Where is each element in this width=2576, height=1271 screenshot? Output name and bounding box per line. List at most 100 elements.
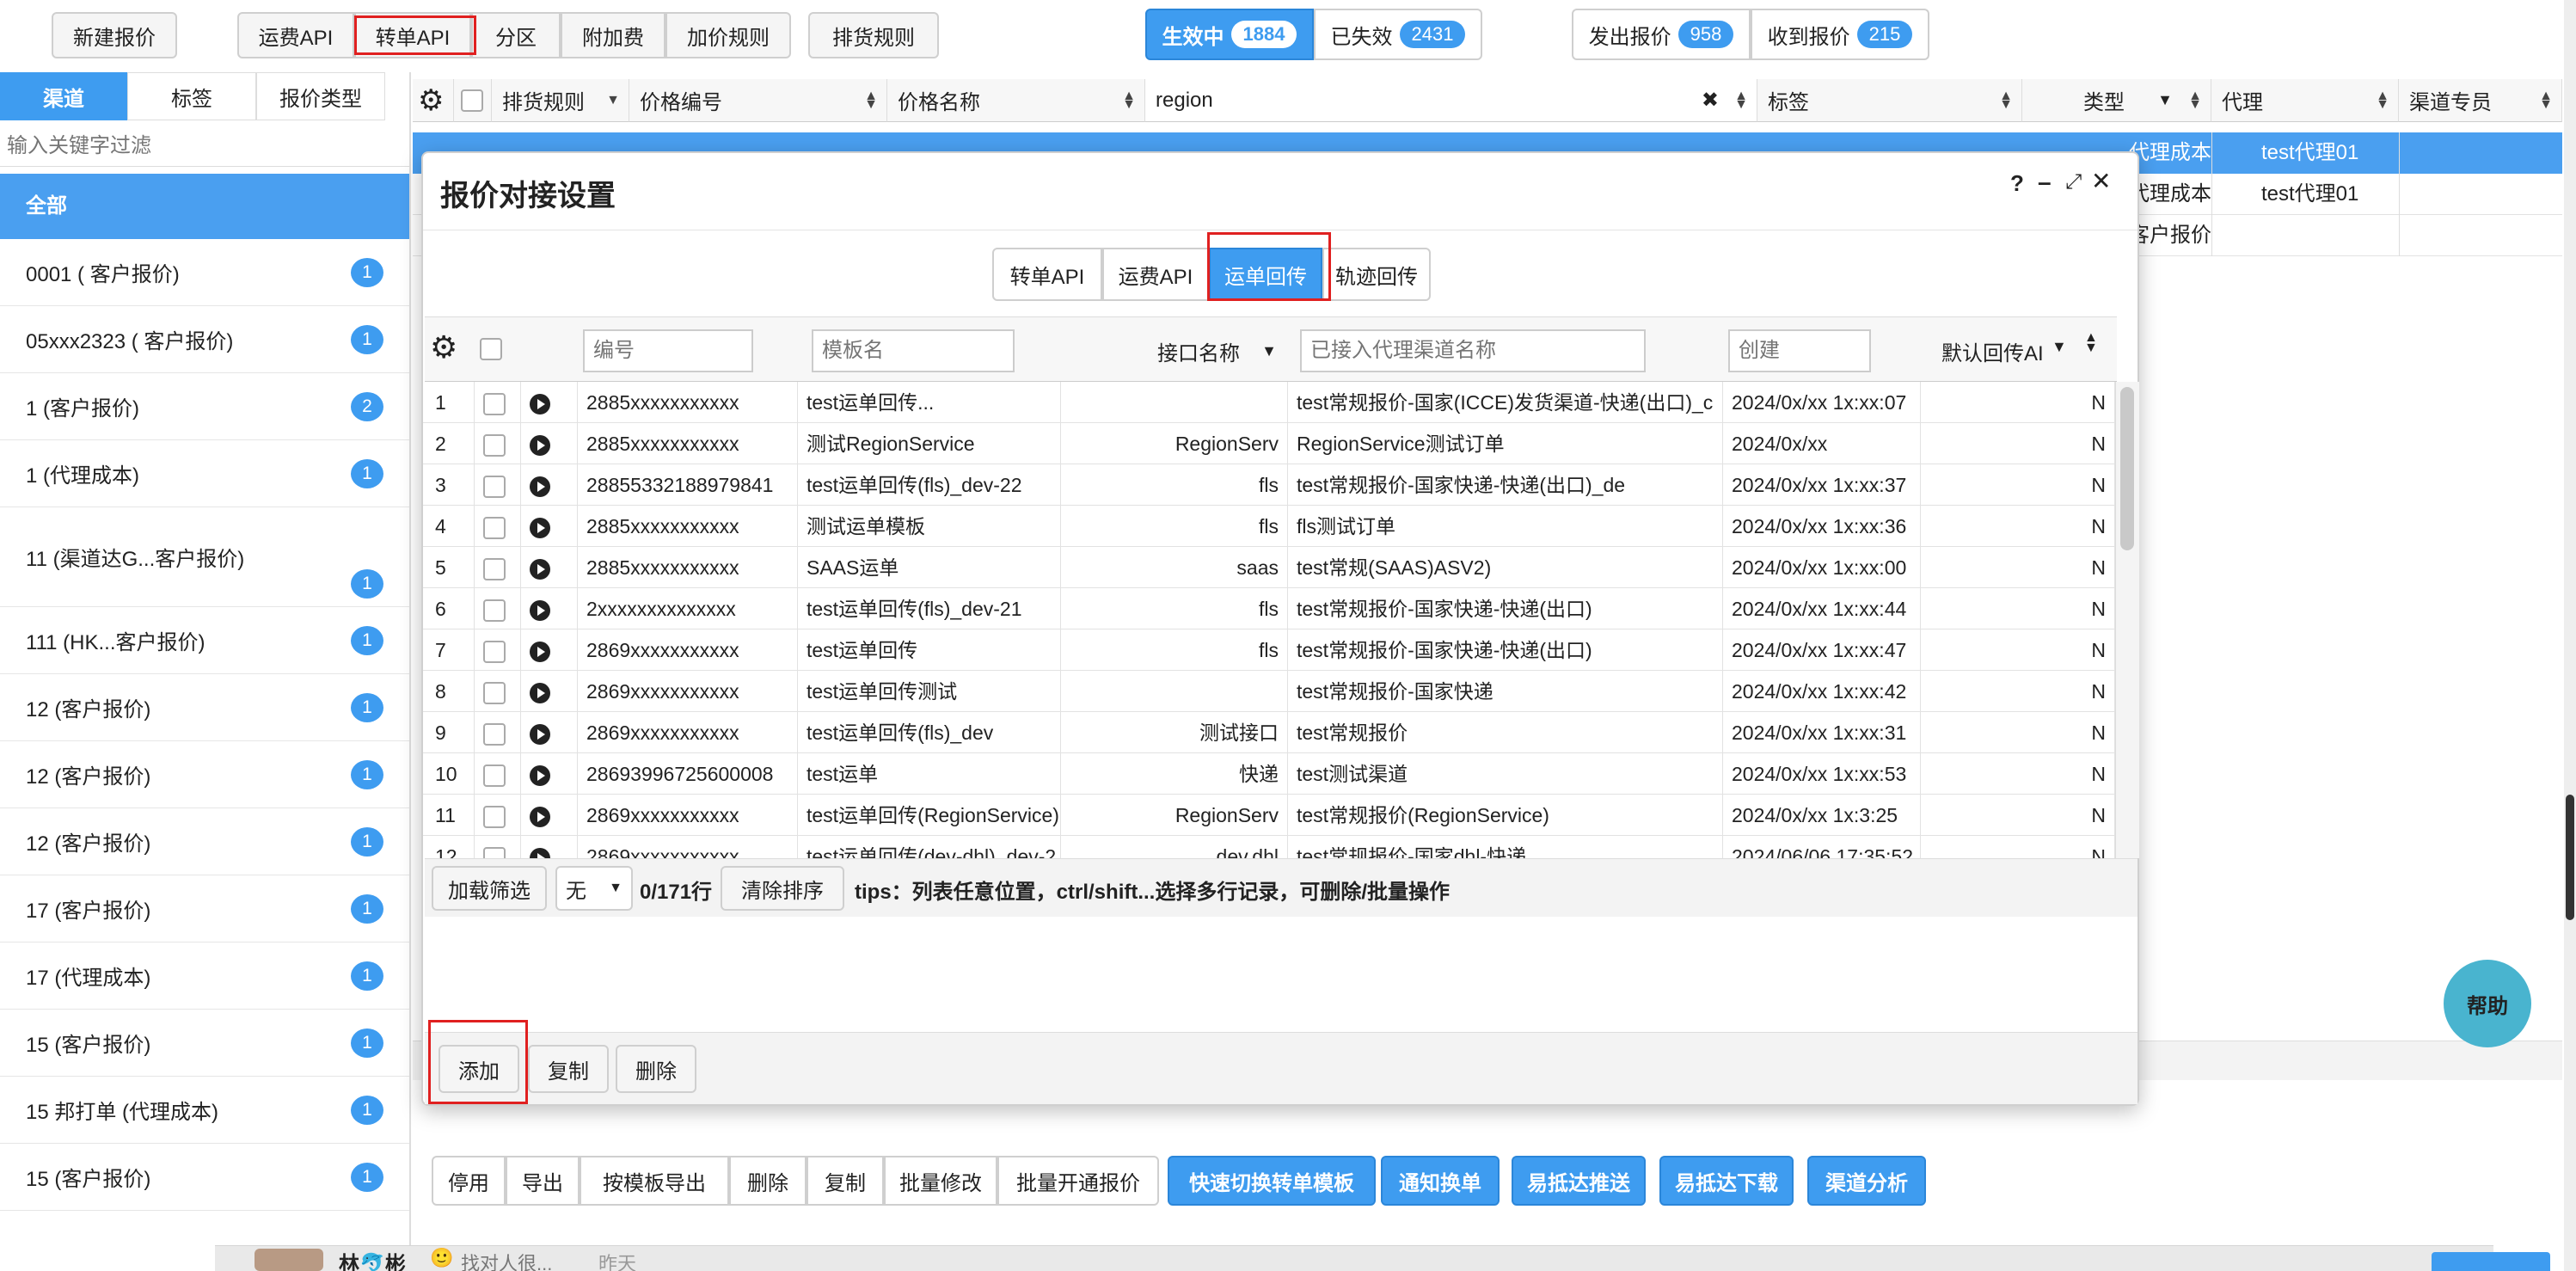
play-icon[interactable] [530,393,550,414]
sidebar-item[interactable]: 15 (客户报价) 1 [0,1144,409,1211]
right-scrollbar[interactable] [2564,0,2576,1271]
tab-freight-api[interactable]: 运费API [1102,248,1209,301]
switch-transfer-template-button[interactable]: 快速切换转单模板 [1168,1156,1376,1206]
channel-analysis-button[interactable]: 渠道分析 [1807,1156,1926,1206]
play-icon[interactable] [530,558,550,580]
batch-edit-button[interactable]: 批量修改 [884,1156,997,1206]
row-select-checkbox[interactable] [483,516,506,539]
gear-icon[interactable]: ⚙ [430,329,457,365]
load-filter-button[interactable]: 加载筛选 [432,866,547,911]
row-select-checkbox[interactable] [483,846,506,858]
sidebar-item[interactable]: 111 (HK...客户报价) 1 [0,607,409,674]
sidebar-item[interactable]: 12 (客户报价) 1 [0,741,409,808]
new-quote-button[interactable]: 新建报价 [52,12,177,58]
table-row[interactable]: 5 2885xxxxxxxxxxx SAAS运单 saas test常规(SAAS)AS… [423,547,2115,588]
play-icon[interactable] [530,806,550,827]
transfer-api-button[interactable]: 转单API [354,12,471,58]
add-button[interactable]: 添加 [439,1045,519,1093]
sidebar-item[interactable]: 12 (客户报价) 1 [0,674,409,741]
col-price-code[interactable]: 价格编号 ▲ ▼ [629,79,887,122]
row-checkbox[interactable] [475,753,521,795]
select-all-checkbox[interactable] [461,89,483,112]
row-play[interactable] [521,629,578,671]
play-icon[interactable] [530,847,550,858]
row-play[interactable] [521,464,578,506]
sidebar-filter-input[interactable] [0,126,409,167]
copy-button[interactable]: 复制 [807,1156,884,1206]
minimize-icon[interactable]: – [2038,169,2052,196]
markup-rules-button[interactable]: 加价规则 [665,12,791,58]
surcharge-button[interactable]: 附加费 [561,12,665,58]
col-sorting-rules[interactable]: 排货规则 ▼ [492,79,629,122]
row-checkbox[interactable] [475,588,521,629]
template-export-button[interactable]: 按模板导出 [580,1156,729,1206]
row-checkbox[interactable] [475,423,521,464]
sidebar-item[interactable]: 1 (代理成本) 1 [0,440,409,507]
row-play[interactable] [521,547,578,588]
play-icon[interactable] [530,723,550,745]
row-play[interactable] [521,588,578,629]
sorting-rules-button[interactable]: 排货规则 [808,12,939,58]
sidebar-item[interactable]: 17 (代理成本) 1 [0,943,409,1010]
sent-quotes-tab[interactable]: 发出报价 958 [1572,9,1751,60]
zone-button[interactable]: 分区 [471,12,561,58]
table-row[interactable]: 6 2xxxxxxxxxxxxxx test运单回传(fls)_dev-21 fls t… [423,588,2115,629]
row-select-checkbox[interactable] [483,599,506,622]
table-row[interactable]: 11 2869xxxxxxxxxxx test运单回传(RegionService)… [423,795,2115,836]
interface-dropdown[interactable]: ▼ [1252,329,1286,372]
copy-button[interactable]: 复制 [528,1045,609,1093]
dialog-scrollbar-thumb[interactable] [2120,387,2134,550]
template-filter-input[interactable] [812,329,1015,372]
play-icon[interactable] [530,641,550,662]
export-button[interactable]: 导出 [506,1156,580,1206]
row-checkbox[interactable] [475,506,521,547]
tab-waybill-callback[interactable]: 运单回传 [1209,248,1322,301]
row-select-checkbox[interactable] [483,764,506,787]
grid-settings-header[interactable]: ⚙ [413,79,454,122]
col-price-name[interactable]: 价格名称 ▲ ▼ [887,79,1145,122]
table-row[interactable]: 1 2885xxxxxxxxxxx test运单回传... test常规报价-国家(I… [423,382,2115,423]
play-icon[interactable] [530,434,550,456]
row-checkbox[interactable] [475,464,521,506]
row-select-checkbox[interactable] [483,805,506,828]
batch-open-quote-button[interactable]: 批量开通报价 [997,1156,1159,1206]
sort-icon[interactable]: ▲ ▼ [2084,331,2098,355]
row-checkbox[interactable] [475,836,521,858]
row-play[interactable] [521,753,578,795]
help-icon[interactable]: ? [2010,170,2024,197]
active-tab[interactable]: 生效中 1884 [1145,9,1314,60]
play-icon[interactable] [530,476,550,497]
sidebar-tab-tag[interactable]: 标签 [127,72,256,120]
row-checkbox[interactable] [475,629,521,671]
clear-sort-button[interactable]: 清除排序 [721,866,844,911]
chat-action[interactable] [2432,1252,2550,1271]
grid-select-all-header[interactable] [454,79,492,122]
col-agent[interactable]: 代理 ▲ ▼ [2211,79,2399,122]
delete-button[interactable]: 删除 [729,1156,807,1206]
col-type[interactable]: 类型 ▼ ▲ ▼ [2022,79,2211,122]
row-checkbox[interactable] [475,712,521,753]
sidebar-item[interactable]: 17 (客户报价) 1 [0,875,409,943]
table-row[interactable]: 4 2885xxxxxxxxxxx 测试运单模板 fls fls测试订单 2024/0x/… [423,506,2115,547]
play-icon[interactable] [530,517,550,538]
row-checkbox[interactable] [475,795,521,836]
clear-icon[interactable]: ✖ [1702,88,1719,113]
row-play[interactable] [521,671,578,712]
row-select-checkbox[interactable] [483,681,506,704]
sidebar-item[interactable]: 11 (渠道达G...客户报价) 1 [0,507,409,607]
table-row[interactable]: 2 2885xxxxxxxxxxx 测试RegionService RegionSer… [423,423,2115,464]
row-select-checkbox[interactable] [483,640,506,663]
yidida-push-button[interactable]: 易抵达推送 [1512,1156,1646,1206]
yidida-download-button[interactable]: 易抵达下载 [1659,1156,1794,1206]
row-select-checkbox[interactable] [483,722,506,746]
col-tag[interactable]: 标签 ▲ ▼ [1757,79,2022,122]
dialog-titlebar[interactable]: 报价对接设置 ? – ⤢ ✕ [423,153,2137,230]
disable-button[interactable]: 停用 [432,1156,506,1206]
play-icon[interactable] [530,764,550,786]
row-play[interactable] [521,836,578,858]
table-row[interactable]: 8 2869xxxxxxxxxxx test运单回传测试 test常规报价-国家快递 2… [423,671,2115,712]
right-scrollbar-thumb[interactable] [2566,795,2574,920]
channel-filter-input[interactable] [1300,329,1646,372]
row-play[interactable] [521,382,578,423]
notify-change-button[interactable]: 通知换单 [1381,1156,1500,1206]
